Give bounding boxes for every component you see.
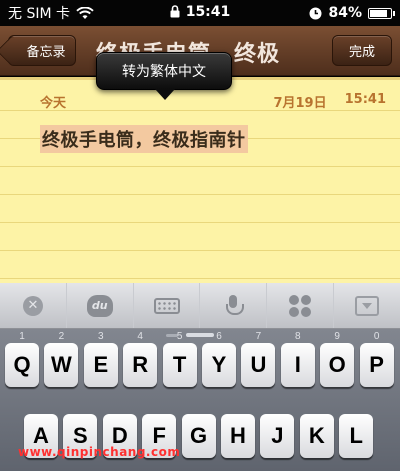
key-r[interactable]: 4R bbox=[123, 331, 158, 387]
battery-percent: 84% bbox=[328, 5, 362, 21]
emoji-button[interactable] bbox=[267, 283, 335, 328]
key-label: H bbox=[230, 423, 246, 448]
key-label: Q bbox=[13, 352, 31, 377]
key-i[interactable]: 8I bbox=[280, 331, 315, 387]
key-label: L bbox=[349, 423, 363, 448]
rotation-lock-icon bbox=[309, 7, 322, 19]
note-date-row: 今天 7月19日 15:41 bbox=[40, 92, 386, 111]
note-paper[interactable]: 今天 7月19日 15:41 终极手电筒，终极指南针 bbox=[0, 77, 400, 283]
keyboard: ✕ du 1Q2W3E4R5T6Y7U8I9O0P ASDFGHJKL www.… bbox=[0, 283, 400, 471]
key-label: P bbox=[369, 352, 384, 377]
hide-keyboard-icon bbox=[355, 295, 380, 316]
key-label: R bbox=[132, 352, 149, 377]
carrier-label: 无 SIM 卡 bbox=[8, 6, 70, 22]
key-k[interactable]: K bbox=[299, 414, 334, 458]
key-label: E bbox=[93, 352, 109, 377]
key-label: U bbox=[250, 352, 267, 377]
back-button-label: 备忘录 bbox=[26, 45, 66, 60]
note-selected-text[interactable]: 终极手电筒，终极指南针 bbox=[40, 125, 248, 153]
key-label: I bbox=[294, 352, 301, 377]
battery-level bbox=[370, 9, 387, 17]
key-label: J bbox=[271, 423, 284, 448]
key-row-1: 1Q2W3E4R5T6Y7U8I9O0P bbox=[0, 331, 400, 387]
watermark: www.qinpinchang.com bbox=[18, 445, 181, 459]
key-label: Y bbox=[211, 352, 227, 377]
key-number-hint: 4 bbox=[137, 331, 143, 342]
key-label: O bbox=[328, 352, 346, 377]
keyboard-icon bbox=[153, 297, 180, 314]
note-time: 15:41 bbox=[344, 92, 386, 107]
key-g[interactable]: G bbox=[181, 414, 216, 458]
key-number-hint: 2 bbox=[58, 331, 65, 342]
microphone-icon bbox=[224, 294, 245, 317]
key-e[interactable]: 3E bbox=[83, 331, 118, 387]
key-u[interactable]: 7U bbox=[241, 331, 276, 387]
note-date: 7月19日 bbox=[273, 96, 327, 111]
status-right: 84% bbox=[309, 5, 395, 21]
key-label: T bbox=[172, 352, 187, 377]
key-number-hint: 1 bbox=[19, 331, 25, 342]
key-p[interactable]: 0P bbox=[359, 331, 394, 387]
hide-keyboard-button[interactable] bbox=[334, 283, 400, 328]
key-h[interactable]: H bbox=[221, 414, 255, 458]
status-bar: 无 SIM 卡 15:41 84% bbox=[0, 0, 400, 26]
key-number-hint: 9 bbox=[334, 331, 340, 342]
du-icon: du bbox=[86, 294, 113, 317]
done-button[interactable]: 完成 bbox=[332, 35, 392, 66]
du-button[interactable]: du bbox=[67, 283, 134, 328]
key-number-hint: 6 bbox=[216, 331, 222, 342]
key-y[interactable]: 6Y bbox=[202, 331, 236, 387]
key-number-hint: 0 bbox=[373, 331, 380, 342]
key-label: W bbox=[51, 352, 72, 377]
voice-input-button[interactable] bbox=[200, 283, 268, 328]
wifi-icon bbox=[76, 6, 94, 19]
key-number-hint: 3 bbox=[98, 331, 104, 342]
status-left: 无 SIM 卡 bbox=[8, 3, 309, 23]
key-w[interactable]: 2W bbox=[44, 331, 79, 387]
key-j[interactable]: J bbox=[260, 414, 295, 458]
key-l[interactable]: L bbox=[339, 414, 374, 458]
clear-button[interactable]: ✕ bbox=[0, 283, 67, 328]
key-number-hint: 7 bbox=[255, 331, 262, 342]
key-number-hint: 5 bbox=[176, 331, 183, 342]
key-q[interactable]: 1Q bbox=[5, 331, 39, 387]
key-label: K bbox=[308, 423, 325, 448]
keyboard-switch-button[interactable] bbox=[134, 283, 201, 328]
battery-icon bbox=[368, 7, 395, 19]
back-button[interactable]: 备忘录 bbox=[8, 35, 76, 66]
key-o[interactable]: 9O bbox=[320, 331, 355, 387]
clover-icon bbox=[289, 294, 312, 317]
key-t[interactable]: 5T bbox=[162, 331, 197, 387]
key-number-hint: 8 bbox=[295, 331, 301, 342]
clear-icon: ✕ bbox=[22, 295, 43, 316]
keyboard-toolbar: ✕ du bbox=[0, 283, 400, 329]
convert-traditional-chinese-menu-item[interactable]: 转为繁体中文 bbox=[96, 52, 232, 100]
key-label: G bbox=[190, 423, 208, 448]
